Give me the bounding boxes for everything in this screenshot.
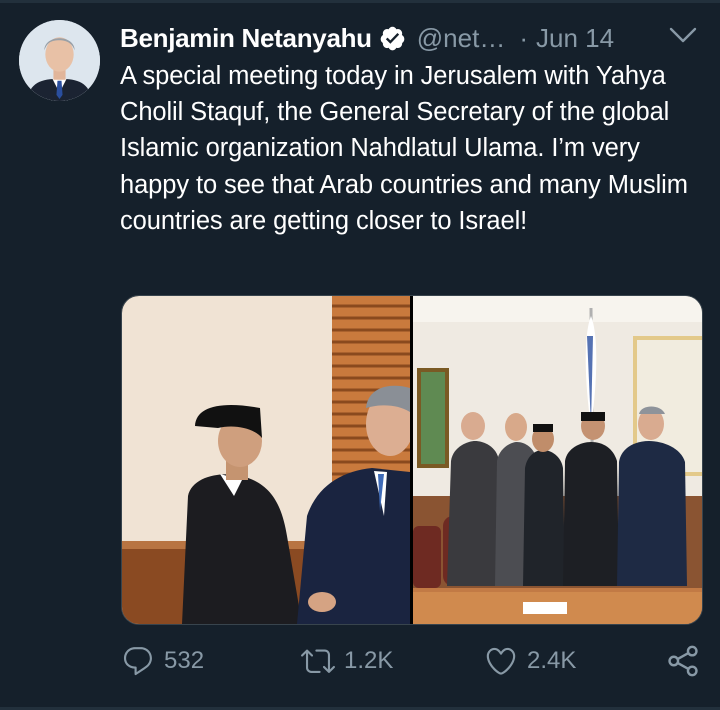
heart-icon (486, 647, 516, 675)
tweet-header: Benjamin Netanyahu @net… · Jun 14 (120, 18, 720, 58)
tweet-date[interactable]: Jun 14 (536, 23, 614, 54)
media-grid (121, 295, 703, 625)
author-name[interactable]: Benjamin Netanyahu (120, 23, 372, 54)
share-button[interactable] (666, 636, 700, 686)
reply-count: 532 (164, 647, 205, 674)
header-separator: · (519, 22, 528, 53)
tweet-text: A special meeting today in Jerusalem wit… (120, 62, 688, 235)
reply-icon (123, 647, 152, 676)
chevron-down-icon[interactable] (668, 24, 698, 46)
retweet-button[interactable]: 1.2K (301, 636, 393, 686)
reply-button[interactable]: 532 (121, 636, 204, 686)
author-handle[interactable]: @net… (417, 23, 506, 54)
photo-handshake[interactable] (122, 296, 410, 624)
author-avatar[interactable] (19, 20, 100, 101)
retweet-count: 1.2K (344, 647, 394, 674)
verified-badge-icon (380, 26, 405, 51)
like-button[interactable]: 2.4K (484, 636, 576, 686)
retweet-icon (301, 649, 335, 673)
share-icon (668, 645, 698, 677)
top-divider (0, 0, 720, 3)
like-count: 2.4K (527, 647, 577, 674)
tweet-actions: 532 1.2K 2.4K (0, 636, 720, 686)
photo-group[interactable] (413, 296, 702, 624)
